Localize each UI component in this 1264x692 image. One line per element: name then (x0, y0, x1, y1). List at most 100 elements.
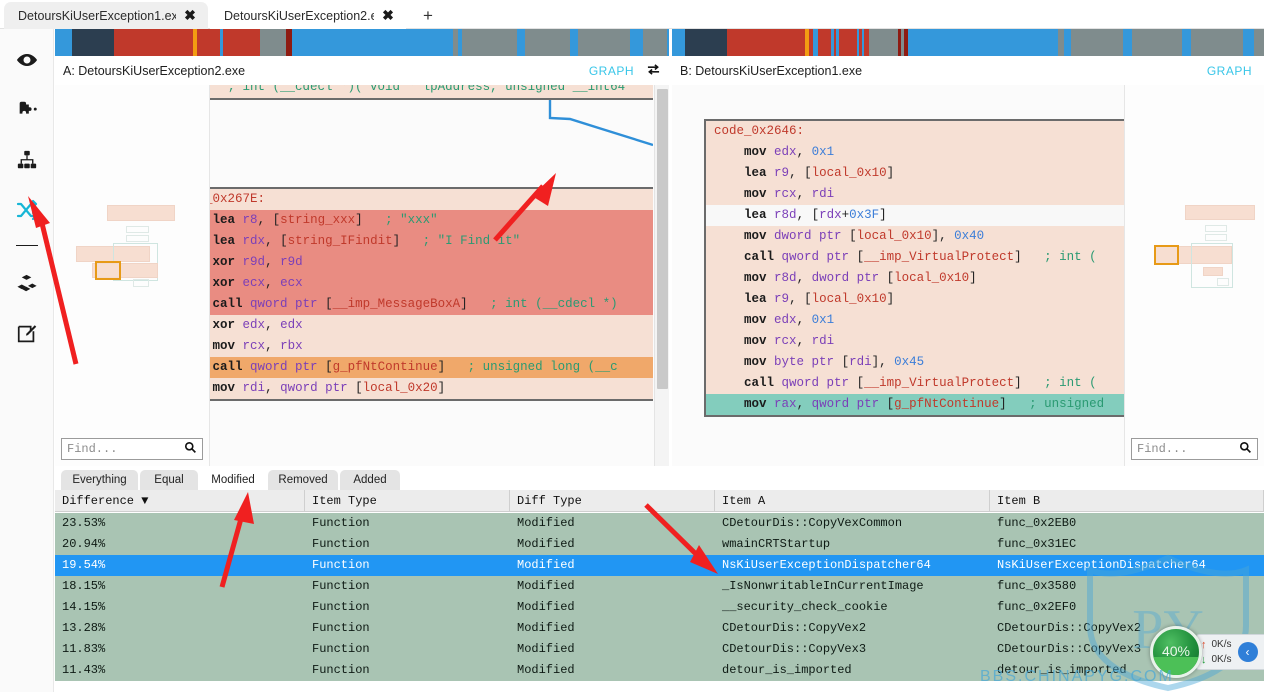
scrollbar-thumb[interactable] (657, 89, 668, 389)
cell-difference: 19.54% (62, 558, 106, 572)
cell-item-a: NsKiUserExceptionDispatcher64 (722, 558, 931, 572)
tab-label: DetoursKiUserException2.exe (224, 8, 374, 23)
close-icon[interactable]: ✖ (182, 7, 198, 24)
minimap-node (1203, 267, 1223, 276)
eye-icon[interactable] (13, 46, 41, 74)
diff-strip-b[interactable] (672, 29, 1264, 56)
tray-chevron-icon[interactable]: ‹ (1237, 642, 1258, 662)
hierarchy-icon[interactable] (13, 146, 41, 174)
cell-diff-type: Modified (517, 621, 575, 635)
code-line: t] ; int (__cdecl *)( void * lpAddress, … (210, 85, 653, 98)
code-block-label: code_0x2646: (706, 121, 1124, 142)
column-header-item-b[interactable]: Item B (990, 490, 1264, 512)
code-line: call qword ptr [g_pfNtContinue] ; unsign… (210, 357, 653, 378)
filter-tab-added[interactable]: Added (340, 470, 400, 490)
strip-segment (869, 29, 898, 56)
cell-difference: 23.53% (62, 516, 106, 530)
strip-segment (727, 29, 805, 56)
network-tray-widget[interactable]: ↑ 0K/s ↓ 0K/s ‹ (1196, 634, 1264, 670)
cell-diff-type: Modified (517, 558, 575, 572)
close-icon[interactable]: ✖ (380, 7, 396, 24)
cell-item-b: NsKiUserExceptionDispatcher64 (997, 558, 1206, 572)
table-row[interactable]: 11.83% Function Modified CDetourDis::CopyVe… (55, 639, 1264, 660)
cell-item-a: CDetourDis::CopyVex3 (722, 642, 867, 656)
new-tab-button[interactable]: + (418, 6, 438, 26)
table-row[interactable]: 20.94% Function Modified wmainCRTStartup fun… (55, 534, 1264, 555)
table-row[interactable]: 23.53% Function Modified CDetourDis::CopyVe… (55, 513, 1264, 534)
minimap-b[interactable]: Find... (1124, 85, 1264, 466)
pane-b-title: B: DetoursKiUserException1.exe (680, 63, 863, 78)
puzzle-icon[interactable] (13, 96, 41, 124)
column-header-item-type[interactable]: Item Type (305, 490, 510, 512)
code-line: xor edx, edx (210, 315, 653, 336)
code-area-b[interactable]: code_0x2646: mov edx, 0x1 lea r9, [local… (698, 85, 1124, 466)
filter-tab-equal[interactable]: Equal (140, 470, 198, 490)
strip-segment (114, 29, 193, 56)
find-input-a[interactable]: Find... (67, 442, 184, 456)
table-row[interactable]: 19.54% Function Modified NsKiUserExceptionD… (55, 555, 1264, 576)
cell-item-type: Function (312, 621, 370, 635)
filter-tab-removed[interactable]: Removed (268, 470, 338, 490)
find-input-b[interactable]: Find... (1137, 442, 1239, 456)
strip-segment (908, 29, 1058, 56)
code-line: lea r8, [string_xxx] ; "xxx" (210, 210, 653, 231)
search-icon[interactable] (184, 441, 197, 458)
tab-detourski2[interactable]: DetoursKiUserException2.exe ✖ (210, 2, 406, 29)
column-header-difference[interactable]: Difference ▼ (55, 490, 305, 512)
code-block-a-main[interactable]: de_0x267E: lea r8, [string_xxx] ; "xxx" … (210, 187, 653, 401)
edit-icon[interactable] (13, 320, 41, 348)
cell-diff-type: Modified (517, 537, 575, 551)
pane-a-title: A: DetoursKiUserException2.exe (63, 63, 246, 78)
cell-difference: 14.15% (62, 600, 106, 614)
code-area-a[interactable]: t] ; int (__cdecl *)( void * lpAddress, … (210, 85, 653, 466)
minimap-a[interactable]: Find... (55, 85, 210, 466)
strip-segment (1191, 29, 1243, 56)
filter-tab-modified[interactable]: Modified (200, 470, 266, 490)
diff-pane-b: B: DetoursKiUserException1.exe GRAPH cod… (672, 56, 1264, 466)
strip-segment (1071, 29, 1123, 56)
strip-segment (55, 29, 72, 56)
strip-segment (1182, 29, 1191, 56)
column-header-diff-type[interactable]: Diff Type (510, 490, 715, 512)
blocks-icon[interactable] (13, 270, 41, 298)
column-header-item-a[interactable]: Item A (715, 490, 990, 512)
cell-item-a: _IsNonwritableInCurrentImage (722, 579, 924, 593)
table-row[interactable]: 14.15% Function Modified __security_check_c… (55, 597, 1264, 618)
swap-icon[interactable] (646, 63, 661, 79)
watermark-text: BBS.CHINAPYG.COM (980, 668, 1174, 685)
code-line: mov rcx, rdi (706, 184, 1124, 205)
download-rate: 0K/s (1211, 654, 1232, 665)
find-bar-a[interactable]: Find... (61, 438, 203, 460)
diff-strip-a[interactable] (55, 29, 669, 56)
cell-diff-type: Modified (517, 516, 575, 530)
strip-segment (839, 29, 857, 56)
strip-segment (1243, 29, 1254, 56)
cell-difference: 20.94% (62, 537, 106, 551)
scrollbar-a[interactable] (654, 85, 669, 466)
code-line: call qword ptr [__imp_VirtualProtect] ; … (706, 247, 1124, 268)
filter-tab-everything[interactable]: Everything (61, 470, 138, 490)
cell-item-a: __security_check_cookie (722, 600, 888, 614)
cell-item-a: CDetourDis::CopyVex2 (722, 621, 867, 635)
code-line: mov rcx, rbx (210, 336, 653, 357)
strip-segment (525, 29, 570, 56)
cell-difference: 11.43% (62, 663, 106, 677)
code-block-b-main[interactable]: code_0x2646: mov edx, 0x1 lea r9, [local… (704, 119, 1124, 417)
table-row[interactable]: 13.28% Function Modified CDetourDis::CopyVe… (55, 618, 1264, 639)
graph-toggle-b[interactable]: GRAPH (1207, 64, 1252, 78)
minimap-viewport[interactable] (95, 261, 121, 280)
shuffle-icon[interactable] (13, 196, 41, 224)
search-icon[interactable] (1239, 441, 1252, 458)
graph-toggle-a[interactable]: GRAPH (589, 64, 634, 78)
minimap-viewport[interactable] (1154, 245, 1179, 265)
tab-label: DetoursKiUserException1.exe (18, 8, 176, 23)
cell-item-b: func_0x3580 (997, 579, 1077, 593)
find-bar-b[interactable]: Find... (1131, 438, 1258, 460)
tab-detourski1[interactable]: DetoursKiUserException1.exe ✖ (4, 2, 208, 29)
table-row[interactable]: 18.15% Function Modified _IsNonwritableInCu… (55, 576, 1264, 597)
results-grid[interactable]: Difference ▼ Item Type Diff Type Item A Item… (55, 490, 1264, 692)
minimap-node (1205, 225, 1227, 232)
code-block-a-top[interactable]: t] ; int (__cdecl *)( void * lpAddress, … (210, 85, 653, 100)
cell-item-a: detour_is_imported (722, 663, 852, 677)
strip-segment (1132, 29, 1182, 56)
